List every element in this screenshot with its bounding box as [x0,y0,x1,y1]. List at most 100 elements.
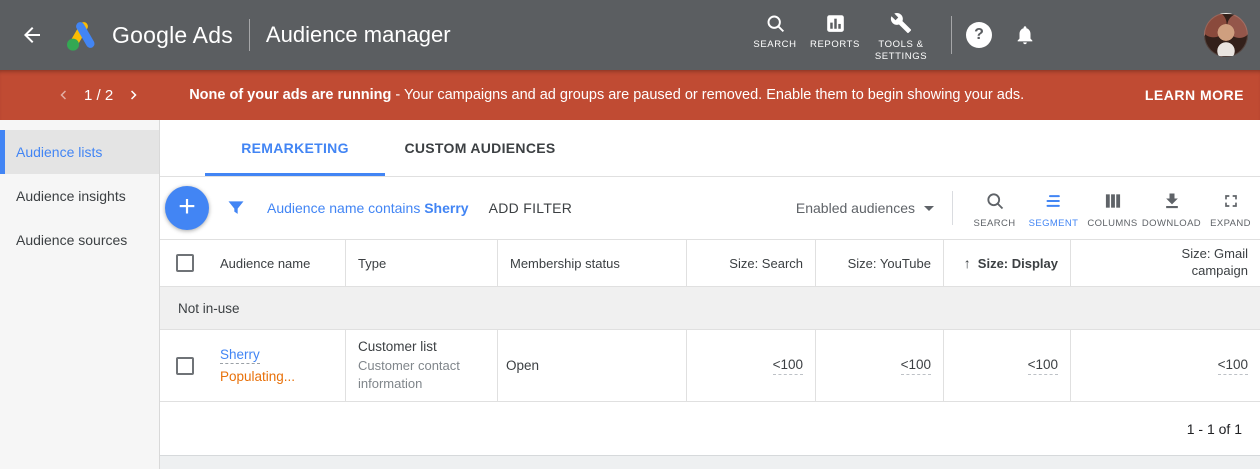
help-button[interactable]: ? [966,22,992,48]
table-search-button[interactable]: SEARCH [965,188,1024,229]
header-label: Size: Display [978,256,1058,271]
account-avatar[interactable] [1204,13,1248,57]
table-expand-button[interactable]: EXPAND [1201,188,1260,229]
filter-chip-prefix: Audience name contains [267,200,424,216]
add-audience-button[interactable]: + [165,186,209,230]
segment-icon [1044,190,1064,212]
filter-icon [226,198,246,218]
search-icon [765,8,786,34]
header-label: Size: Gmail campaign [1156,246,1248,280]
toolbar-divider [952,191,953,225]
tabs-row: REMARKETING CUSTOM AUDIENCES [160,120,1260,177]
banner-pager-count: 1 / 2 [84,87,113,104]
sidebar: Audience lists Audience insights Audienc… [0,120,160,469]
table-group-row: Not in-use [160,287,1260,330]
action-label: SEGMENT [1029,218,1079,229]
sidebar-item-audience-insights[interactable]: Audience insights [0,174,159,218]
topnav-search[interactable]: SEARCH [745,8,805,50]
table-columns-button[interactable]: COLUMNS [1083,188,1142,229]
dropdown-caret-icon [924,206,934,211]
action-label: EXPAND [1210,218,1251,229]
group-label: Not in-use [178,301,240,316]
populating-status: Populating... [220,369,295,384]
topnav-reports-label: REPORTS [810,39,860,50]
topbar: Google Ads Audience manager SEARCH REPOR… [0,0,1260,70]
topnav-search-label: SEARCH [753,39,796,50]
audience-name-stack: Sherry Populating... [220,347,295,384]
bell-icon [1014,24,1036,46]
membership-value: Open [506,358,539,373]
tab-remarketing[interactable]: REMARKETING [205,120,385,176]
sidebar-item-label: Audience sources [16,232,127,248]
header-label: Type [358,256,386,271]
header-size-gmail[interactable]: Size: Gmail campaign [1070,240,1260,286]
header-label: Audience name [220,256,310,271]
header-audience-name: Audience name [160,240,345,286]
topnav-tools-settings[interactable]: TOOLS & SETTINGS [865,8,937,62]
table-footer: 1 - 1 of 1 [160,402,1260,455]
header-membership-status[interactable]: Membership status [497,240,686,286]
size-youtube-value[interactable]: <100 [901,357,931,375]
header-size-display[interactable]: ↑ Size: Display [943,240,1070,286]
cell-audience-name: Sherry Populating... [160,330,345,401]
reports-icon [825,8,846,34]
cell-type: Customer list Customer contact informati… [345,330,497,401]
cell-size-display: <100 [943,330,1070,401]
search-icon [985,190,1005,212]
sidebar-item-audience-sources[interactable]: Audience sources [0,218,159,262]
select-all-checkbox[interactable] [176,254,194,272]
header-size-youtube[interactable]: Size: YouTube [815,240,943,286]
topnav-reports[interactable]: REPORTS [805,8,865,50]
banner-message-rest: - Your campaigns and ad groups are pause… [391,87,1024,103]
banner-pager: 1 / 2 [50,82,147,108]
google-ads-logo-icon [62,17,102,53]
cell-size-search: <100 [686,330,815,401]
toolbar-right: Enabled audiences SEARCH [796,188,1260,229]
row-checkbox[interactable] [176,357,194,375]
plus-icon: + [178,192,196,222]
action-label: SEARCH [974,218,1016,229]
topbar-divider [249,19,250,51]
type-value: Customer list [358,339,483,354]
audience-view-dropdown[interactable]: Enabled audiences [796,200,934,216]
sidebar-item-label: Audience insights [16,188,126,204]
sidebar-item-label: Audience lists [16,144,102,160]
size-search-value[interactable]: <100 [773,357,803,375]
back-button[interactable] [10,13,54,57]
notifications-button[interactable] [1014,24,1036,46]
table-header-row: Audience name Type Membership status Siz… [160,240,1260,287]
alert-banner: 1 / 2 None of your ads are running - You… [0,70,1260,120]
table-download-button[interactable]: DOWNLOAD [1142,188,1201,229]
size-gmail-value[interactable]: <100 [1218,357,1248,375]
page-title: Audience manager [266,22,451,48]
sidebar-item-audience-lists[interactable]: Audience lists [0,130,159,174]
topnav-tools-label: TOOLS & SETTINGS [869,39,933,62]
view-dropdown-label: Enabled audiences [796,200,915,216]
add-filter-button[interactable]: ADD FILTER [489,200,573,216]
content: Audience lists Audience insights Audienc… [0,120,1260,469]
header-type[interactable]: Type [345,240,497,286]
banner-next-button[interactable] [121,82,147,108]
download-icon [1162,190,1182,212]
bottom-strip [160,455,1260,469]
header-size-search[interactable]: Size: Search [686,240,815,286]
banner-prev-button[interactable] [50,82,76,108]
cell-size-gmail: <100 [1070,330,1260,401]
chevron-right-icon [125,86,143,104]
table-segment-button[interactable]: SEGMENT [1024,188,1083,229]
audience-name-link[interactable]: Sherry [220,347,260,364]
action-label: DOWNLOAD [1142,218,1201,229]
header-label: Size: YouTube [848,256,931,271]
arrow-back-icon [20,23,44,47]
tab-custom-audiences[interactable]: CUSTOM AUDIENCES [385,120,575,176]
tab-label: REMARKETING [241,140,349,156]
learn-more-button[interactable]: LEARN MORE [1145,87,1244,103]
size-display-value[interactable]: <100 [1028,357,1058,375]
banner-message: None of your ads are running - Your camp… [189,87,1024,103]
columns-icon [1103,190,1123,212]
type-stack: Customer list Customer contact informati… [346,331,497,400]
topbar-nav: SEARCH REPORTS TOOLS & SETTINGS [745,8,937,62]
type-subtext: Customer contact information [358,357,483,392]
active-filter-chip[interactable]: Audience name contains Sherry [267,200,469,216]
help-icon: ? [974,26,984,44]
